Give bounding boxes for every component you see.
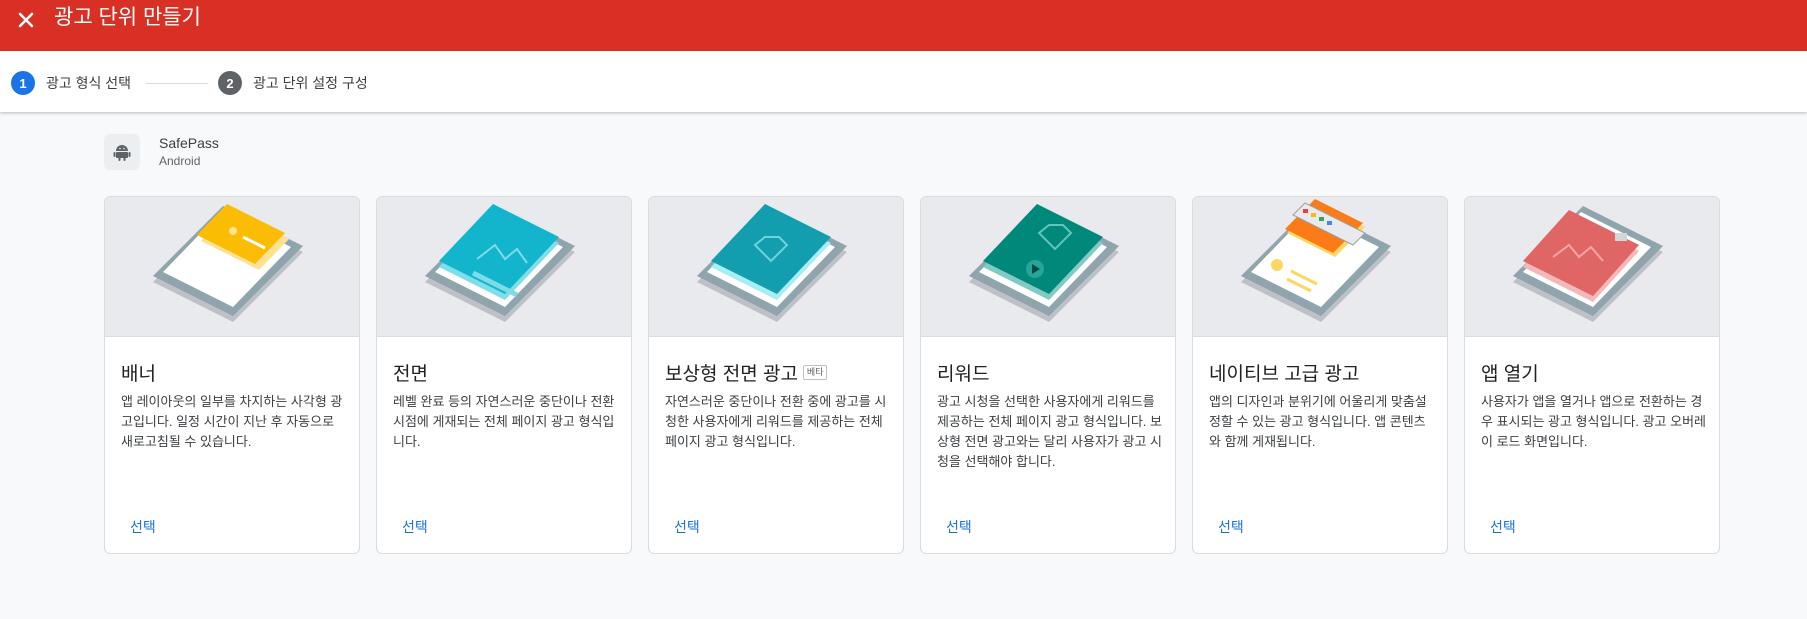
app-open-illustration [1465, 197, 1719, 337]
card-title: 보상형 전면 광고 베타 [665, 359, 828, 386]
card-title: 배너 [121, 364, 156, 385]
card-description: 광고 시청을 선택한 사용자에게 리워드를 제공하는 전체 페이지 광고 형식입… [937, 394, 1162, 469]
step-label-1: 광고 형식 선택 [46, 75, 132, 91]
card-title: 네이티브 고급 광고 [1209, 364, 1360, 385]
card-description: 레벨 완료 등의 자연스러운 중단이나 전환 시점에 게재되는 전체 페이지 광… [393, 394, 615, 449]
interstitial-illustration [377, 197, 631, 337]
rewarded-interstitial-illustration [649, 197, 903, 337]
step-configure-settings[interactable]: 2 광고 단위 설정 구성 [218, 71, 368, 95]
select-native-advanced-button[interactable]: 선택 [1205, 513, 1257, 541]
select-interstitial-button[interactable]: 선택 [389, 513, 441, 541]
card-description: 자연스러운 중단이나 전환 중에 광고를 시청한 사용자에게 리워드를 제공하는… [665, 394, 887, 449]
select-rewarded-button[interactable]: 선택 [933, 513, 985, 541]
rewarded-illustration [921, 197, 1175, 337]
select-banner-button[interactable]: 선택 [117, 513, 169, 541]
card-banner[interactable]: 배너 앱 레이아웃의 일부를 차지하는 사각형 광고입니다. 일정 시간이 지난… [104, 196, 360, 554]
card-rewarded-interstitial[interactable]: 보상형 전면 광고 베타 자연스러운 중단이나 전환 중에 광고를 시청한 사용… [648, 196, 904, 554]
step-label-2: 광고 단위 설정 구성 [253, 75, 368, 91]
top-app-bar: 광고 단위 만들기 [0, 0, 1807, 51]
step-select-format[interactable]: 1 광고 형식 선택 [11, 71, 131, 95]
app-name: SafePass [159, 135, 219, 151]
select-app-open-button[interactable]: 선택 [1477, 513, 1529, 541]
beta-badge: 베타 [802, 365, 828, 380]
card-title-text: 보상형 전면 광고 [665, 364, 798, 385]
app-platform: Android [159, 154, 201, 168]
card-description: 앱의 디자인과 분위기에 어울리게 맞춤설정할 수 있는 광고 형식입니다. 앱… [1209, 394, 1427, 449]
close-icon [18, 12, 34, 28]
select-rewarded-interstitial-button[interactable]: 선택 [661, 513, 713, 541]
card-description: 앱 레이아웃의 일부를 차지하는 사각형 광고입니다. 일정 시간이 지난 후 … [121, 394, 343, 449]
card-title: 리워드 [937, 364, 990, 385]
card-interstitial[interactable]: 전면 레벨 완료 등의 자연스러운 중단이나 전환 시점에 게재되는 전체 페이… [376, 196, 632, 554]
close-button[interactable] [14, 8, 38, 32]
card-description: 사용자가 앱을 열거나 앱으로 전환하는 경우 표시되는 광고 형식입니다. 광… [1481, 394, 1706, 449]
stepper: 1 광고 형식 선택 2 광고 단위 설정 구성 [0, 51, 1807, 112]
page-title: 광고 단위 만들기 [54, 6, 201, 29]
card-title: 앱 열기 [1481, 364, 1539, 385]
card-native-advanced[interactable]: 네이티브 고급 광고 앱의 디자인과 분위기에 어울리게 맞춤설정할 수 있는 … [1192, 196, 1448, 554]
android-icon [104, 134, 140, 170]
step-number-1: 1 [11, 71, 35, 95]
app-info: SafePass Android [104, 134, 219, 170]
card-rewarded[interactable]: 리워드 광고 시청을 선택한 사용자에게 리워드를 제공하는 전체 페이지 광고… [920, 196, 1176, 554]
card-app-open[interactable]: 앱 열기 사용자가 앱을 열거나 앱으로 전환하는 경우 표시되는 광고 형식입… [1464, 196, 1720, 554]
step-number-2: 2 [218, 71, 242, 95]
native-advanced-illustration [1193, 197, 1447, 337]
banner-illustration [105, 197, 359, 337]
card-title: 전면 [393, 364, 428, 385]
step-connector [146, 83, 208, 84]
